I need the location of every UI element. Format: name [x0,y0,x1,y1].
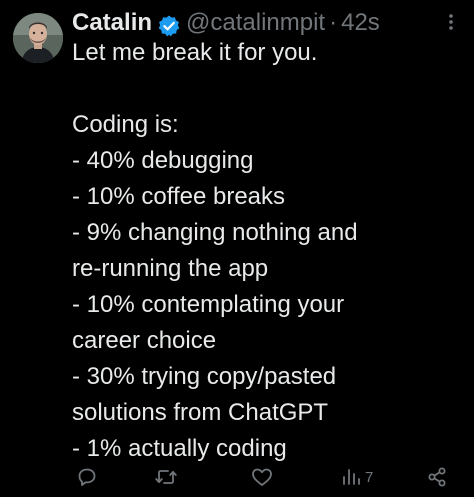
tweet-line: career choice [72,327,217,354]
tweet-line: - 10% coffee breaks [72,183,286,210]
tweet-line: re-running the app [72,255,269,282]
share-button[interactable] [426,462,448,492]
reply-icon [78,468,96,486]
tweet-line: solutions from ChatGPT [72,399,329,426]
share-icon [428,467,446,487]
avatar-image [13,13,63,63]
tweet-line: - 9% changing nothing and [72,219,358,246]
reply-button[interactable] [76,462,98,492]
like-button[interactable] [250,462,274,492]
action-bar: 7 [0,462,474,492]
tweet-line: - 40% debugging [72,147,254,174]
avatar[interactable] [13,13,63,63]
heart-icon [252,468,272,486]
tweet[interactable]: Catalin @catalinmpit · 42s Let me break … [0,0,474,497]
tweet-line: Let me break it for you. [72,39,318,66]
views-chart-icon [343,469,360,485]
tweet-line: - 30% trying copy/pasted [72,363,337,390]
more-vertical-icon [449,14,453,30]
verified-badge-icon [157,11,181,37]
tweet-line: - 10% contemplating your [72,291,345,318]
retweet-button[interactable] [154,462,178,492]
views-button[interactable]: 7 [340,462,373,492]
tweet-line: Coding is: [72,111,179,138]
more-options-button[interactable] [440,10,462,34]
retweet-icon [155,470,177,484]
tweet-text: Let me break it for you. Coding is: - 40… [72,35,464,467]
views-count: 7 [365,468,374,486]
